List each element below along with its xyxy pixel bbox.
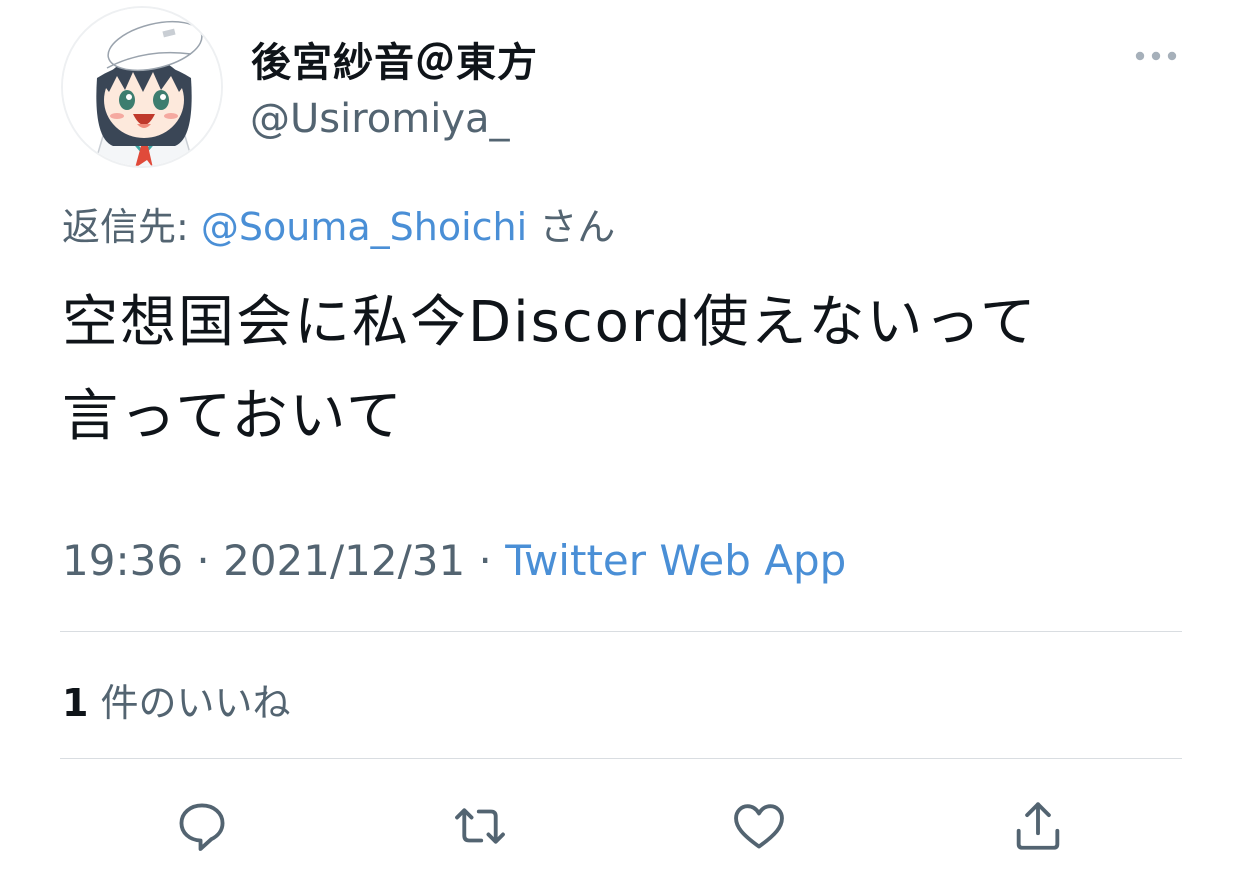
like-button[interactable] xyxy=(727,794,791,858)
avatar[interactable] xyxy=(61,6,223,168)
share-button[interactable] xyxy=(1006,794,1070,858)
share-upload-icon xyxy=(1016,802,1060,850)
user-handle[interactable]: @Usiromiya_ xyxy=(250,96,510,142)
likes-count: 1 xyxy=(62,681,89,725)
reply-to-line: 返信先: @Souma_Shoichi さん xyxy=(62,196,615,251)
tweet-text: 空想国会に私今Discord使えないって 言っておいて xyxy=(62,276,1182,464)
likes-summary[interactable]: 1 件のいいね xyxy=(62,672,291,727)
meta-separator: · xyxy=(183,536,224,585)
more-horizontal-icon xyxy=(1135,51,1177,61)
display-name[interactable]: 後宮紗音＠東方 xyxy=(251,30,538,88)
heart-icon xyxy=(734,804,784,849)
meta-separator: · xyxy=(465,536,506,585)
tweet-text-line-1: 空想国会に私今Discord使えないって xyxy=(62,290,1038,355)
reply-button[interactable] xyxy=(170,794,234,858)
more-options-button[interactable] xyxy=(1128,40,1184,72)
avatar-illustration xyxy=(63,8,221,166)
divider xyxy=(60,758,1182,759)
retweet-icon xyxy=(455,808,505,844)
retweet-button[interactable] xyxy=(448,794,512,858)
source-link[interactable]: Twitter Web App xyxy=(505,536,846,585)
likes-label: 件のいいね xyxy=(88,681,291,725)
tweet-time[interactable]: 19:36 xyxy=(62,536,183,585)
reply-to-link[interactable]: @Souma_Shoichi xyxy=(201,205,527,249)
tweet-text-line-2: 言っておいて xyxy=(62,384,404,449)
divider xyxy=(60,631,1182,632)
tweet-date[interactable]: 2021/12/31 xyxy=(223,536,465,585)
comment-bubble-icon xyxy=(179,803,225,851)
tweet-meta: 19:36 · 2021/12/31 · Twitter Web App xyxy=(62,536,846,585)
reply-suffix: さん xyxy=(527,205,616,249)
reply-prefix: 返信先: xyxy=(62,205,201,249)
